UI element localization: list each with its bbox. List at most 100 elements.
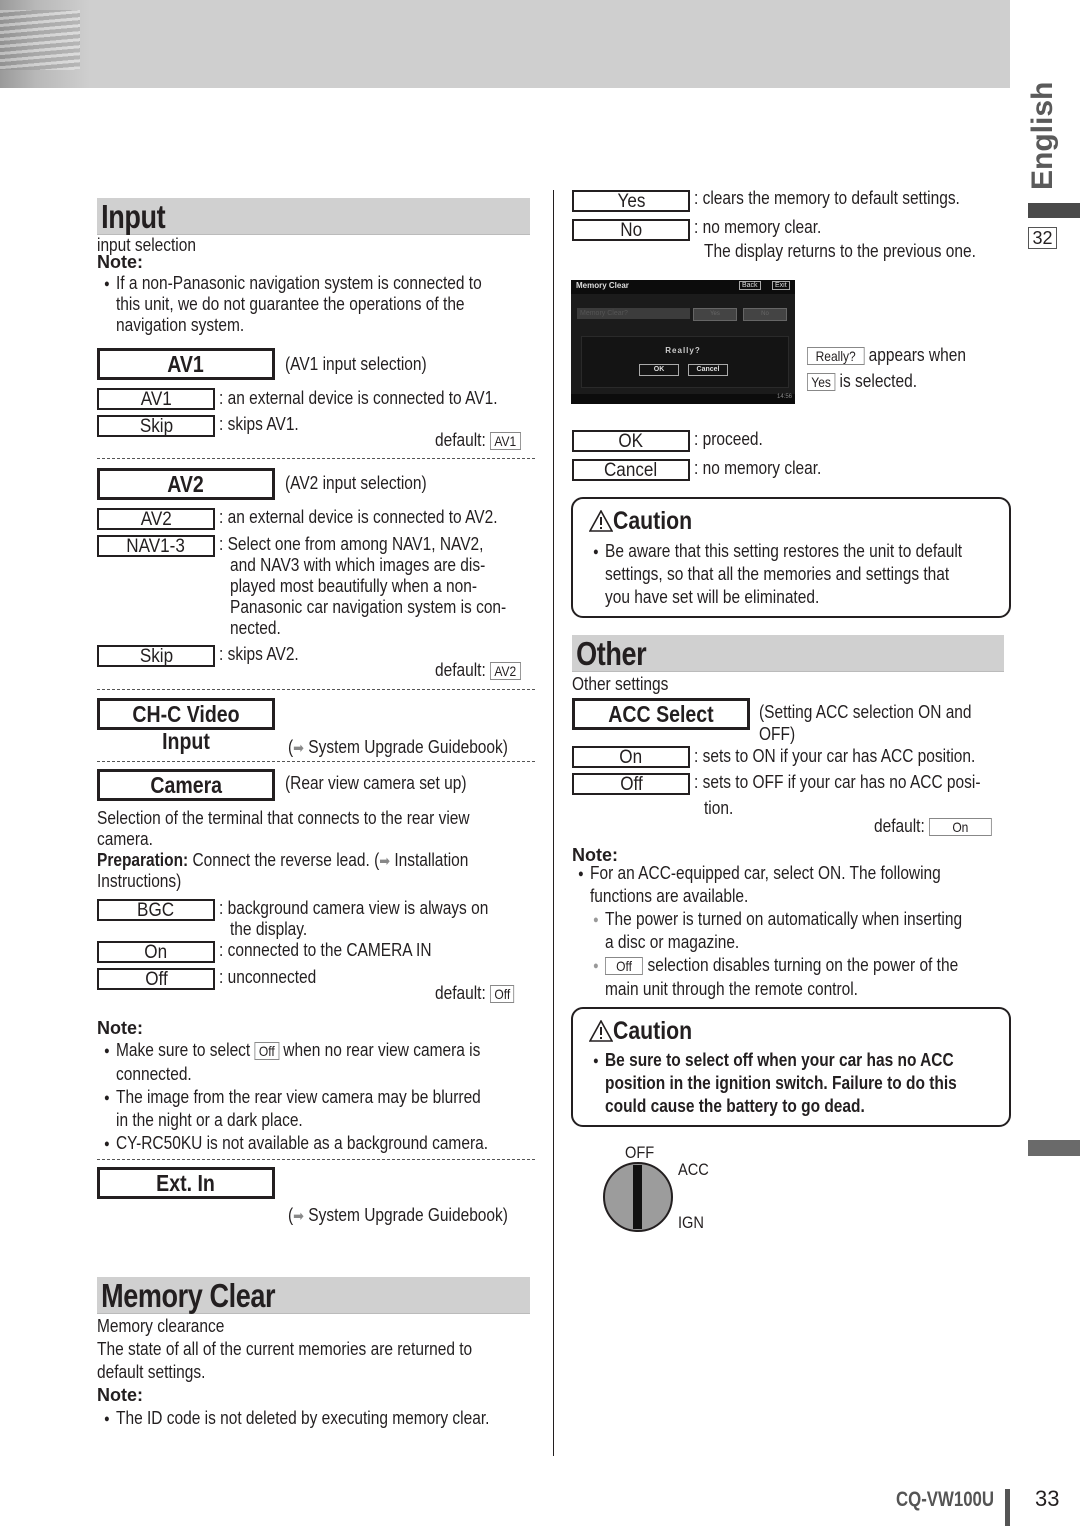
option-on[interactable]: On [572,746,690,768]
default-value: On [929,818,992,837]
section-header-other: Other [572,635,1004,672]
section-subtitle: Other settings [572,674,669,694]
divider [97,458,535,459]
option-label: Yes [617,191,645,212]
ignition-acc-label: ACC [678,1160,709,1179]
caution-heading: Caution [588,1017,706,1046]
note-line: The image from the rear view camera may … [104,1087,481,1109]
prep-label: Preparation: [97,850,189,870]
note-label: Note: [97,1018,143,1038]
option-skip[interactable]: Skip [97,415,215,437]
option-label: AV2 [140,509,172,530]
option-desc: : unconnected [219,967,317,987]
screen-exit-button[interactable]: Exit [772,281,790,290]
side-marker [1028,1140,1080,1156]
option-cancel[interactable]: Cancel [572,459,690,481]
model-number: CQ-VW100U [896,1488,995,1511]
sub-note-line: a disc or magazine. [605,932,740,952]
note-line: Make sure to select Off when no rear vie… [104,1040,481,1062]
option-no[interactable]: No [572,219,690,241]
desc-line: The state of all of the current memories… [97,1339,473,1359]
av2-label: AV2 [167,471,205,497]
option-desc: : an external device is connected to AV2… [219,507,498,527]
option-desc: and NAV3 with which images are dis- [230,555,486,575]
prep-ref: Installation [394,850,469,870]
screen-ok-button[interactable]: OK [639,364,679,376]
default-text: default: [435,660,486,680]
camera-intro: Selection of the terminal that connects … [97,808,470,828]
option-label: NAV1-3 [126,536,186,557]
language-tab-bar [1028,203,1080,218]
off-inline-box: Off [254,1042,279,1061]
chc-label: CH-C Video Input [132,701,240,754]
reference-link: (➡ System Upgrade Guidebook) [288,737,508,759]
option-off[interactable]: Off [572,773,690,795]
screen-cancel-button[interactable]: Cancel [688,364,728,376]
default-text: default: [435,430,486,450]
prep-ref-cont: Instructions) [97,871,182,891]
section-subtitle: Memory clearance [97,1316,225,1336]
option-label: OK [618,431,644,452]
acc-select-button[interactable]: ACC Select [572,698,750,730]
acc-select-label: ACC Select [608,701,714,727]
note-line: navigation system. [116,315,245,335]
footer-divider [1005,1489,1010,1526]
option-desc: : proceed. [694,429,763,449]
option-off[interactable]: Off [97,968,215,990]
option-label: Skip [139,416,173,437]
option-label: Off [144,969,168,990]
default-label: default: Off [435,983,515,1004]
option-desc: : no memory clear. [694,217,822,237]
option-skip[interactable]: Skip [97,645,215,667]
screen-title: Memory Clear [576,281,629,290]
option-desc: The display returns to the previous one. [704,241,976,261]
ref-text: System Upgrade Guidebook) [308,1205,508,1225]
camera-setting-button[interactable]: Camera [97,769,275,801]
option-label: On [144,942,168,963]
note-line: For an ACC-equipped car, select ON. The … [578,863,941,885]
ext-in-label: Ext. In [156,1170,216,1196]
av1-setting-button[interactable]: AV1 [97,348,275,380]
section-title: Memory Clear [101,1277,276,1314]
note-text: when no rear view camera is [283,1040,481,1060]
ext-in-button[interactable]: Ext. In [97,1167,275,1199]
option-ok[interactable]: OK [572,430,690,452]
option-label: On [619,747,643,768]
caution-title: Caution [613,1017,693,1045]
caution-box: Caution Be aware that this setting resto… [571,497,1011,618]
camera-desc: (Rear view camera set up) [285,773,467,793]
option-av2[interactable]: AV2 [97,508,215,530]
note-line: functions are available. [590,886,749,906]
option-desc: : clears the memory to default settings. [694,188,960,208]
option-desc: : no memory clear. [694,458,822,478]
default-value: AV2 [490,662,521,681]
caution-line: settings, so that all the memories and s… [605,564,950,584]
option-label: No [620,220,642,241]
screen-no-button[interactable]: No [743,308,787,321]
sub-note-line: main unit through the remote control. [605,979,858,999]
option-nav1-3[interactable]: NAV1-3 [97,535,215,557]
screen-back-button[interactable]: Back [739,281,761,290]
option-on[interactable]: On [97,941,215,963]
default-label: default: On [874,816,992,837]
warning-icon [588,509,614,532]
option-desc: tion. [704,798,734,818]
option-label: Off [619,774,643,795]
av1-desc: (AV1 input selection) [285,354,427,374]
option-label: AV1 [140,389,172,410]
screen-clock: 14:56 [776,394,792,400]
av2-setting-button[interactable]: AV2 [97,468,275,500]
option-yes[interactable]: Yes [572,190,690,212]
option-av1[interactable]: AV1 [97,388,215,410]
caution-box: Caution Be sure to select off when your … [571,1007,1011,1127]
arrow-right-icon: ➡ [293,1208,304,1225]
screen-yes-button[interactable]: Yes [693,308,737,321]
acc-desc: OFF) [759,724,796,744]
option-desc: : sets to ON if your car has ACC positio… [694,746,976,766]
option-bgc[interactable]: BGC [97,899,215,921]
ignition-switch-diagram: OFF ACC IGN [600,1140,720,1240]
page-box: 32 [1028,227,1057,249]
av2-desc: (AV2 input selection) [285,473,427,493]
header-image [0,0,90,88]
chc-video-input-button[interactable]: CH-C Video Input [97,698,275,754]
